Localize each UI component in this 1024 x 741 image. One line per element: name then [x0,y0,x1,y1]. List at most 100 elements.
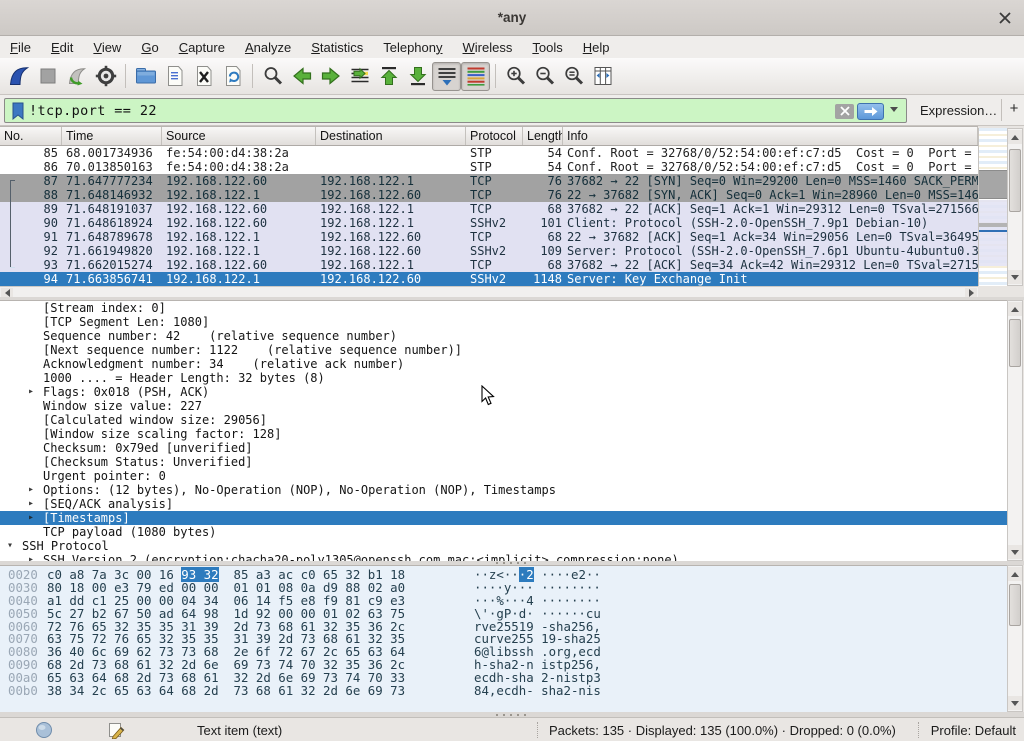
bytes-scrollbar[interactable] [1007,565,1023,712]
scroll-right-button[interactable] [965,288,977,297]
menu-telephony[interactable]: Telephony [373,37,452,58]
zoom-original-button[interactable] [559,62,588,91]
find-packet-button[interactable] [258,62,287,91]
packet-minimap[interactable] [978,128,1007,286]
column-header-info[interactable]: Info [563,127,978,145]
filter-apply-button[interactable] [857,103,884,120]
zoom-out-button[interactable] [530,62,559,91]
add-filter-button[interactable]: + [1007,100,1021,120]
profile-text[interactable]: Profile: Default [931,723,1016,738]
details-scrollbar[interactable] [1007,300,1023,561]
filter-clear-button[interactable] [835,104,854,119]
colorize-toggle[interactable] [461,62,490,91]
capture-options-button[interactable] [91,62,120,91]
menu-edit[interactable]: Edit [41,37,83,58]
close-window-button[interactable] [996,9,1014,27]
detail-row-8[interactable]: [Calculated window size: 29056] [0,413,1007,427]
capture-comment-button[interactable] [108,722,125,741]
menu-tools[interactable]: Tools [522,37,572,58]
go-to-packet-button[interactable] [345,62,374,91]
detail-row-7[interactable]: Window size value: 227 [0,399,1007,413]
detail-row-13[interactable]: ▸Options: (12 bytes), No-Operation (NOP)… [0,483,1007,497]
go-last-button[interactable] [403,62,432,91]
detail-row-15[interactable]: ▸[Timestamps] [0,511,1007,525]
scroll-thumb[interactable] [1009,149,1021,212]
detail-row-5[interactable]: 1000 .... = Header Length: 32 bytes (8) [0,371,1007,385]
packet-row-90[interactable]: 9071.648618924192.168.122.60192.168.122.… [0,216,978,230]
column-header-protocol[interactable]: Protocol [466,127,523,145]
collapse-icon[interactable]: ▾ [7,539,13,553]
auto-scroll-toggle[interactable] [432,62,461,91]
detail-row-12[interactable]: Urgent pointer: 0 [0,469,1007,483]
scroll-down-button[interactable] [1008,545,1022,559]
packet-list-hscrollbar[interactable] [0,286,978,297]
close-file-button[interactable] [189,62,218,91]
packet-row-85[interactable]: 8568.001734936fe:54:00:d4:38:2aSTP54Conf… [0,146,978,160]
packet-row-86[interactable]: 8670.013850163fe:54:00:d4:38:2aSTP54Conf… [0,160,978,174]
detail-row-14[interactable]: ▸[SEQ/ACK analysis] [0,497,1007,511]
detail-row-17[interactable]: ▾SSH Protocol [0,539,1007,553]
expression-button[interactable]: Expression… [920,103,997,118]
menu-statistics[interactable]: Statistics [301,37,373,58]
restart-capture-button[interactable] [62,62,91,91]
detail-row-4[interactable]: Acknowledgment number: 34 (relative ack … [0,357,1007,371]
filter-dropdown-caret[interactable] [890,107,898,112]
packet-row-93[interactable]: 9371.662015274192.168.122.60192.168.122.… [0,258,978,272]
detail-row-9[interactable]: [Window size scaling factor: 128] [0,427,1007,441]
scroll-up-button[interactable] [1008,567,1022,581]
expert-info-button[interactable] [35,721,53,741]
detail-row-18[interactable]: ▸SSH Version 2 (encryption:chacha20-poly… [0,553,1007,561]
packet-row-92[interactable]: 9271.661949820192.168.122.1192.168.122.6… [0,244,978,258]
expand-icon[interactable]: ▸ [28,553,34,561]
reload-file-button[interactable] [218,62,247,91]
scroll-thumb[interactable] [1009,319,1021,367]
detail-row-10[interactable]: Checksum: 0x79ed [unverified] [0,441,1007,455]
packet-row-87[interactable]: 8771.647777234192.168.122.60192.168.122.… [0,174,978,188]
menu-go[interactable]: Go [131,37,168,58]
column-header-destination[interactable]: Destination [316,127,466,145]
menu-view[interactable]: View [83,37,131,58]
menu-file[interactable]: File [0,37,41,58]
scroll-up-button[interactable] [1008,130,1022,144]
go-back-button[interactable] [287,62,316,91]
column-header-time[interactable]: Time [62,127,162,145]
save-file-button[interactable] [160,62,189,91]
menu-analyze[interactable]: Analyze [235,37,301,58]
menu-capture[interactable]: Capture [169,37,235,58]
expand-icon[interactable]: ▸ [28,511,34,525]
expand-icon[interactable]: ▸ [28,497,34,511]
scroll-down-button[interactable] [1008,270,1022,284]
scroll-left-button[interactable] [1,288,13,297]
detail-row-11[interactable]: [Checksum Status: Unverified] [0,455,1007,469]
scroll-down-button[interactable] [1008,696,1022,710]
packet-row-94[interactable]: 9471.663856741192.168.122.1192.168.122.6… [0,272,978,286]
filter-bookmark-icon[interactable] [10,101,26,125]
resize-columns-button[interactable] [588,62,617,91]
detail-row-6[interactable]: ▸Flags: 0x018 (PSH, ACK) [0,385,1007,399]
scroll-thumb[interactable] [1009,584,1021,626]
column-header-source[interactable]: Source [162,127,316,145]
detail-row-2[interactable]: Sequence number: 42 (relative sequence n… [0,329,1007,343]
go-first-button[interactable] [374,62,403,91]
display-filter-input[interactable]: !tcp.port == 22 [4,98,907,123]
stop-capture-button[interactable] [33,62,62,91]
packet-row-89[interactable]: 8971.648191037192.168.122.60192.168.122.… [0,202,978,216]
zoom-in-button[interactable] [501,62,530,91]
detail-row-0[interactable]: [Stream index: 0] [0,301,1007,315]
column-header-no[interactable]: No. [0,127,62,145]
go-forward-button[interactable] [316,62,345,91]
menu-help[interactable]: Help [573,37,620,58]
packet-row-88[interactable]: 8871.648146932192.168.122.1192.168.122.6… [0,188,978,202]
expand-icon[interactable]: ▸ [28,483,34,497]
column-header-length[interactable]: Length [523,127,563,145]
scroll-up-button[interactable] [1008,302,1022,316]
expand-icon[interactable]: ▸ [28,385,34,399]
menu-wireless[interactable]: Wireless [453,37,523,58]
open-file-button[interactable] [131,62,160,91]
packet-row-91[interactable]: 9171.648789678192.168.122.1192.168.122.6… [0,230,978,244]
start-capture-button[interactable] [4,62,33,91]
detail-row-3[interactable]: [Next sequence number: 1122 (relative se… [0,343,1007,357]
packet-list-scrollbar[interactable] [1007,128,1023,286]
detail-row-1[interactable]: [TCP Segment Len: 1080] [0,315,1007,329]
detail-row-16[interactable]: TCP payload (1080 bytes) [0,525,1007,539]
